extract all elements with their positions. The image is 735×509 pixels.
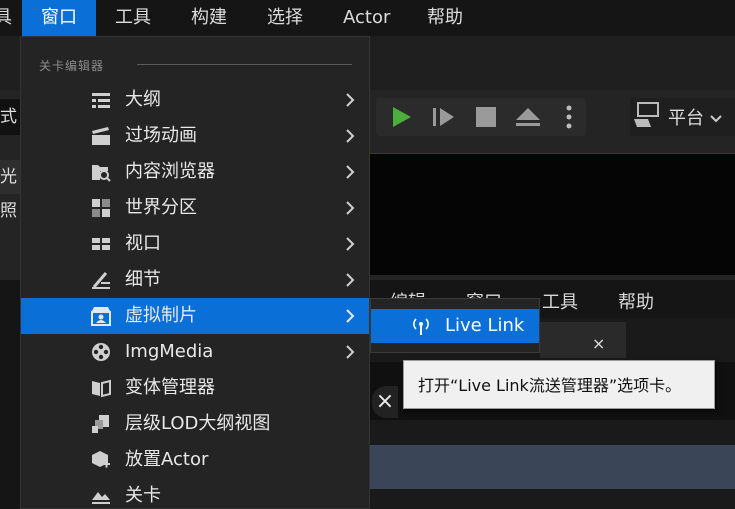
menu-bar: 具 窗口 工具 构建 选择 Actor 帮助 (0, 0, 735, 36)
play-icon[interactable] (390, 106, 412, 132)
world-partition-icon (91, 198, 111, 218)
clapperboard-icon (91, 126, 111, 146)
lighting-tab-partial[interactable]: 光照 (0, 160, 22, 221)
content-browser-icon (91, 162, 111, 182)
tooltip: 打开“Live Link流送管理器”选项卡。 (403, 360, 715, 409)
film-reel-icon (91, 342, 111, 362)
menu-select[interactable]: 选择 (267, 0, 303, 36)
window-menu-dropdown: 关卡编辑器 大纲 过场动画 内容浏览器 世界分区 视口 细节 虚拟制片 ImgM… (20, 36, 370, 509)
live-link-icon (411, 316, 431, 336)
play-controls (376, 98, 586, 136)
viewport-icon (91, 234, 111, 254)
menu-item-label: 放置Actor (125, 449, 209, 470)
menu-item-label: ImgMedia (125, 341, 214, 362)
menu-item-world-partition[interactable]: 世界分区 (21, 190, 369, 226)
menu-item-label: 世界分区 (125, 197, 197, 218)
platforms-button[interactable]: 平台 (630, 98, 735, 136)
menu-item-label: 大纲 (125, 89, 161, 110)
menu-build[interactable]: 构建 (191, 0, 227, 36)
menu-item-details[interactable]: 细节 (21, 262, 369, 298)
menu-item-virtual-production[interactable]: 虚拟制片 (21, 298, 369, 334)
secondary-content-area (370, 445, 735, 489)
section-divider (137, 64, 352, 65)
menu-help[interactable]: 帮助 (427, 0, 463, 36)
menu-item-place-actors[interactable]: 放置Actor (21, 442, 369, 478)
menu-item-label: 细节 (125, 269, 161, 290)
menu-item-content-browser[interactable]: 内容浏览器 (21, 154, 369, 190)
mode-selector-partial[interactable]: 式 (0, 99, 22, 135)
chevron-right-icon (343, 344, 357, 360)
menu-item-cinematics[interactable]: 过场动画 (21, 118, 369, 154)
menu-item-label: 变体管理器 (125, 377, 215, 398)
hlod-outliner-icon (91, 414, 111, 434)
secondary-tab[interactable] (540, 322, 626, 358)
menu-item-viewports[interactable]: 视口 (21, 226, 369, 262)
details-icon (91, 270, 111, 290)
platform-label: 平台 (668, 108, 704, 129)
menu-actor[interactable]: Actor (343, 0, 390, 36)
secondary-menu-help[interactable]: 帮助 (618, 288, 654, 314)
menu-item-hlod-outliner[interactable]: 层级LOD大纲视图 (21, 406, 369, 442)
chevron-right-icon (343, 92, 357, 108)
platform-icon (632, 101, 662, 134)
step-forward-icon[interactable] (432, 106, 456, 132)
menu-item-label: 视口 (125, 233, 161, 254)
virtual-production-icon (91, 306, 111, 326)
menu-tools[interactable]: 工具 (115, 0, 151, 36)
menu-item-label: 关卡 (125, 485, 161, 506)
levels-icon (91, 486, 111, 506)
menu-item-label: 内容浏览器 (125, 161, 215, 182)
chevron-right-icon (343, 164, 357, 180)
menu-item-label: 过场动画 (125, 125, 197, 146)
place-actor-icon (91, 450, 111, 470)
section-header: 关卡编辑器 (39, 59, 105, 73)
viewport-area[interactable] (370, 153, 735, 275)
menu-item-imgmedia[interactable]: ImgMedia (21, 334, 369, 370)
chevron-down-icon (710, 107, 722, 128)
menu-item-partial[interactable]: 具 (0, 0, 12, 36)
menu-item-live-link[interactable]: Live Link (371, 309, 539, 343)
more-options-icon[interactable] (566, 104, 572, 134)
chevron-right-icon (343, 236, 357, 252)
menu-item-variant-manager[interactable]: 变体管理器 (21, 370, 369, 406)
chevron-right-icon (343, 308, 357, 324)
chevron-right-icon (343, 272, 357, 288)
menu-window[interactable]: 窗口 (22, 0, 96, 36)
menu-item-outliner[interactable]: 大纲 (21, 82, 369, 118)
tab-close-icon[interactable]: × (592, 334, 605, 353)
menu-item-levels[interactable]: 关卡 (21, 478, 369, 509)
eject-icon[interactable] (514, 106, 542, 132)
live-link-label: Live Link (445, 315, 525, 336)
stop-icon[interactable] (476, 107, 496, 131)
secondary-menu-tools[interactable]: 工具 (542, 288, 578, 314)
menu-item-label: 虚拟制片 (125, 305, 197, 326)
chevron-right-icon (343, 128, 357, 144)
variant-manager-icon (91, 378, 111, 398)
menu-item-label: 层级LOD大纲视图 (125, 413, 271, 434)
virtual-production-submenu: Live Link (370, 298, 540, 353)
close-icon[interactable]: × (372, 386, 398, 418)
outliner-icon (91, 90, 111, 110)
chevron-right-icon (343, 200, 357, 216)
